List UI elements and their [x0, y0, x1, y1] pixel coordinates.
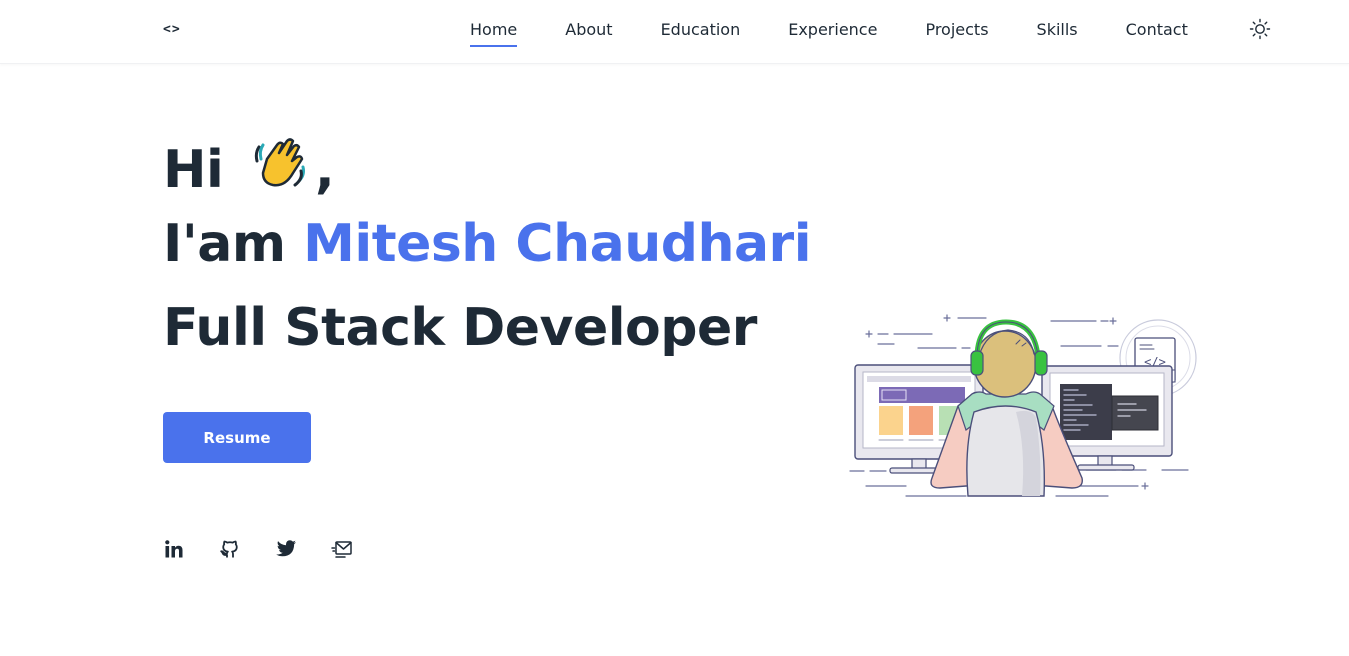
linkedin-icon[interactable]	[163, 538, 185, 560]
nav-link-education[interactable]: Education	[661, 20, 741, 47]
sun-icon	[1249, 18, 1271, 40]
theme-toggle-button[interactable]	[1249, 18, 1271, 40]
nav-link-home[interactable]: Home	[470, 20, 518, 47]
intro-prefix: I'am	[163, 214, 286, 274]
waving-hand-icon	[249, 133, 311, 195]
nav-link-projects[interactable]: Projects	[925, 20, 988, 47]
nav-link-about[interactable]: About	[565, 20, 612, 47]
site-logo[interactable]: <>	[163, 22, 181, 37]
developer-name: Mitesh Chaudhari	[303, 214, 812, 274]
hero-greeting: Hi ,	[163, 133, 335, 196]
nav-link-contact[interactable]: Contact	[1126, 20, 1188, 47]
hero-intro: I'am Mitesh Chaudhari	[163, 218, 812, 270]
developer-illustration: </>	[846, 308, 1198, 503]
greeting-suffix: ,	[314, 140, 335, 200]
greeting-text: Hi	[163, 140, 224, 200]
github-icon[interactable]	[219, 538, 241, 560]
hero-role: Full Stack Developer	[163, 298, 757, 358]
resume-button[interactable]: Resume	[163, 412, 311, 463]
navbar: <> Home About Education Experience Proje…	[0, 0, 1349, 64]
nav-links: Home About Education Experience Projects…	[470, 20, 1236, 47]
nav-link-experience[interactable]: Experience	[788, 20, 877, 47]
social-links	[163, 538, 387, 560]
email-icon[interactable]	[331, 538, 353, 560]
nav-link-skills[interactable]: Skills	[1037, 20, 1078, 47]
twitter-icon[interactable]	[275, 538, 297, 560]
